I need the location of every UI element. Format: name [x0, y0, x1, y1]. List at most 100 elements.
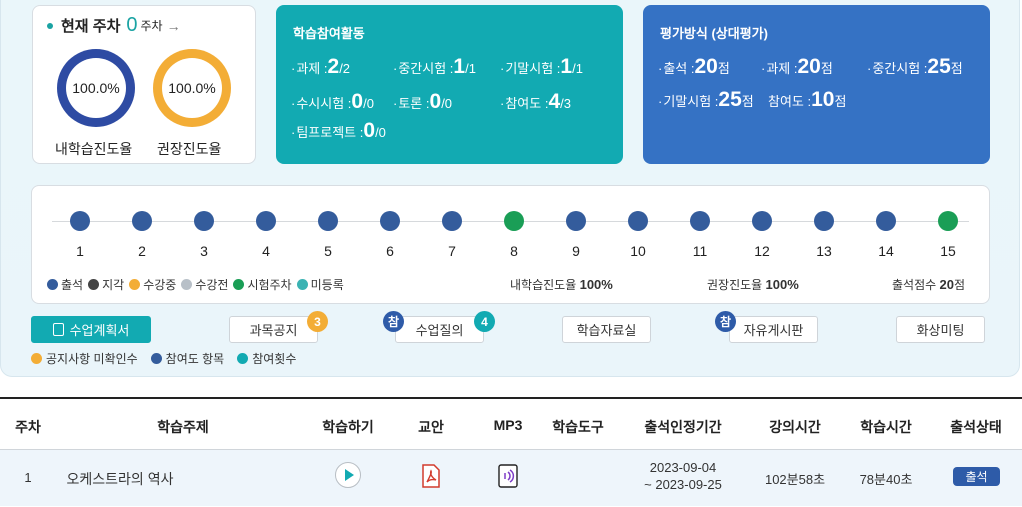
qna-button[interactable]: 수업질의 — [395, 316, 484, 343]
week-status-dot — [380, 211, 400, 231]
stat-label: 기말시험 : — [658, 94, 718, 109]
legend-item: 참여도 항목 — [150, 350, 224, 367]
summary-label: 내학습진도율 — [510, 278, 577, 292]
qna-label: 수업질의 — [415, 323, 464, 338]
legend-dot — [237, 353, 249, 364]
week-item[interactable]: 1 — [65, 211, 95, 259]
week-status-dot — [814, 211, 834, 231]
week-item[interactable]: 9 — [561, 211, 591, 259]
week-status-dot — [194, 211, 214, 231]
week-item[interactable]: 10 — [623, 211, 653, 259]
syllabus-button[interactable]: 수업계획서 — [31, 316, 151, 343]
recommended-progress-value: 100.0% — [162, 58, 222, 118]
col-header: 주차 — [15, 419, 41, 435]
week-item[interactable]: 7 — [437, 211, 467, 259]
col-header: 학습시간 — [860, 419, 912, 435]
week-number: 13 — [816, 243, 832, 259]
week-item[interactable]: 4 — [251, 211, 281, 259]
col-header: 출석상태 — [950, 419, 1002, 435]
stat-total: /1 — [465, 61, 476, 76]
notice-label: 과목공지 — [249, 323, 298, 338]
week-number: 12 — [754, 243, 770, 259]
stat-unit: 점 — [717, 61, 730, 76]
recommended-progress-label: 권장진도율 — [157, 141, 222, 157]
week-item[interactable]: 11 — [685, 211, 715, 259]
week-item[interactable]: 3 — [189, 211, 219, 259]
legend-dot — [88, 279, 100, 290]
free-board-label: 자유게시판 — [743, 323, 804, 338]
eval-attendance: 출석 :20점 — [658, 55, 730, 79]
week-status-dot — [132, 211, 152, 231]
mp3-icon[interactable] — [498, 464, 518, 488]
week-status-dot — [318, 211, 338, 231]
my-progress-value: 100.0% — [66, 58, 126, 118]
activity-title: 학습참여활동 — [293, 26, 365, 41]
notice-button[interactable]: 과목공지 — [229, 316, 318, 343]
table-row: 1 오케스트라의 역사 2023-09-04 ~ 2023-09-25 102분… — [0, 450, 1022, 506]
col-header: 강의시간 — [769, 419, 821, 435]
bullet-icon — [47, 22, 53, 29]
current-week-unit: 주차 — [140, 19, 163, 33]
evaluation-title: 평가방식 (상대평가) — [660, 26, 768, 41]
stat-value: 2 — [327, 55, 340, 78]
stat-total: /2 — [339, 61, 351, 76]
week-status-dot — [690, 211, 710, 231]
stat-value: 1 — [560, 55, 573, 78]
video-meeting-button[interactable]: 화상미팅 — [896, 316, 985, 343]
stat-label: 토론 : — [393, 96, 430, 111]
week-item[interactable]: 15 — [933, 211, 963, 259]
weekly-attendance-timeline: 1 2 3 4 5 6 7 8 9 10 11 12 13 14 15 출석 지각 수강중 수강전 시험주차 미등록 … — [31, 185, 990, 304]
week-item[interactable]: 13 — [809, 211, 839, 259]
week-status-dot — [752, 211, 772, 231]
week-item[interactable]: 8 — [499, 211, 529, 259]
participation-tag-badge: 참 — [383, 311, 404, 332]
eval-participation: 참여도 :10점 — [768, 88, 846, 112]
col-header: MP3 — [493, 417, 523, 433]
week-item[interactable]: 6 — [375, 211, 405, 259]
row-period-end: ~ 2023-09-25 — [644, 477, 722, 492]
week-item[interactable]: 2 — [127, 211, 157, 259]
stat-total: /1 — [572, 61, 583, 76]
summary-unit: % — [787, 277, 799, 292]
current-week-heading[interactable]: 현재 주차 0 주차 → — [47, 14, 181, 37]
summary-value: 100 — [579, 277, 602, 292]
summary-label: 권장진도율 — [707, 278, 763, 292]
activity-team-project: 팀프로젝트 :0/0 — [291, 119, 386, 143]
week-number: 2 — [138, 243, 146, 259]
activity-assignment: 과제 :2/2 — [291, 55, 350, 79]
week-number: 14 — [878, 243, 894, 259]
week-number: 15 — [940, 243, 956, 259]
pdf-icon[interactable] — [420, 464, 442, 488]
free-board-button[interactable]: 자유게시판 — [729, 316, 818, 343]
my-progress-ring: 100.0% — [57, 49, 135, 127]
materials-button[interactable]: 학습자료실 — [562, 316, 651, 343]
stat-unit: 점 — [820, 61, 833, 76]
week-item[interactable]: 14 — [871, 211, 901, 259]
week-number: 5 — [324, 243, 332, 259]
activity-midterm: 중간시험 :1/1 — [393, 55, 476, 79]
week-item[interactable]: 5 — [313, 211, 343, 259]
stat-label: 팀프로젝트 : — [291, 125, 363, 140]
legend-label: 수강전 — [195, 278, 229, 292]
summary-unit: 점 — [953, 278, 966, 292]
legend-label: 출석 — [61, 278, 84, 292]
week-number: 10 — [630, 243, 646, 259]
stat-label: 중간시험 : — [867, 61, 927, 76]
week-status-dot — [70, 211, 90, 231]
legend-item: 시험주차 — [233, 276, 292, 293]
video-meeting-label: 화상미팅 — [916, 323, 965, 338]
lecture-table: 주차 학습주제 학습하기 교안 MP3 학습도구 출석인정기간 강의시간 학습시… — [0, 397, 1022, 506]
legend-item: 지각 — [88, 276, 124, 293]
stat-value: 0 — [363, 119, 376, 142]
legend-label: 공지사항 미확인수 — [46, 352, 138, 366]
summary-label: 출석점수 — [892, 278, 937, 292]
syllabus-label: 수업계획서 — [69, 323, 130, 338]
stat-value: 10 — [811, 88, 835, 111]
stat-label: 과제 : — [761, 61, 798, 76]
play-icon[interactable] — [335, 462, 361, 488]
eval-midterm: 중간시험 :25점 — [867, 55, 963, 79]
week-item[interactable]: 12 — [747, 211, 777, 259]
activity-participation: 참여도 :4/3 — [500, 90, 571, 114]
stat-total: /0 — [441, 96, 453, 111]
stat-total: /3 — [560, 96, 571, 111]
